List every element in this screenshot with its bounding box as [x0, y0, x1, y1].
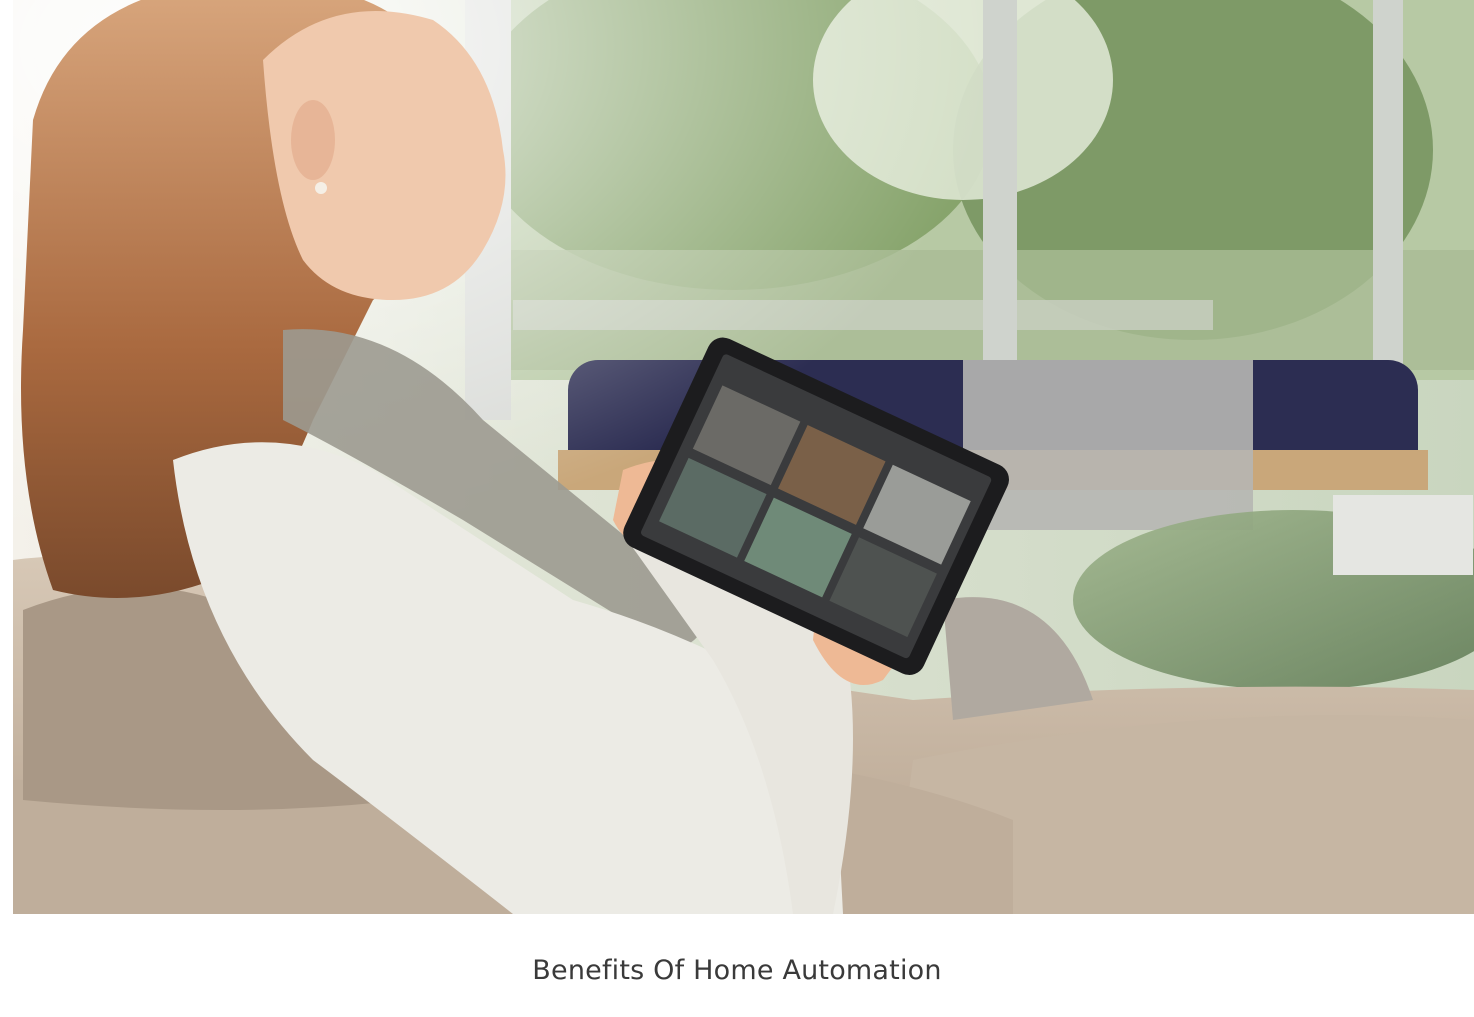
hero-image: [13, 0, 1474, 914]
page: Benefits Of Home Automation: [0, 0, 1474, 1017]
hero-photo-illustration: [13, 0, 1474, 914]
caption: Benefits Of Home Automation: [532, 955, 942, 986]
